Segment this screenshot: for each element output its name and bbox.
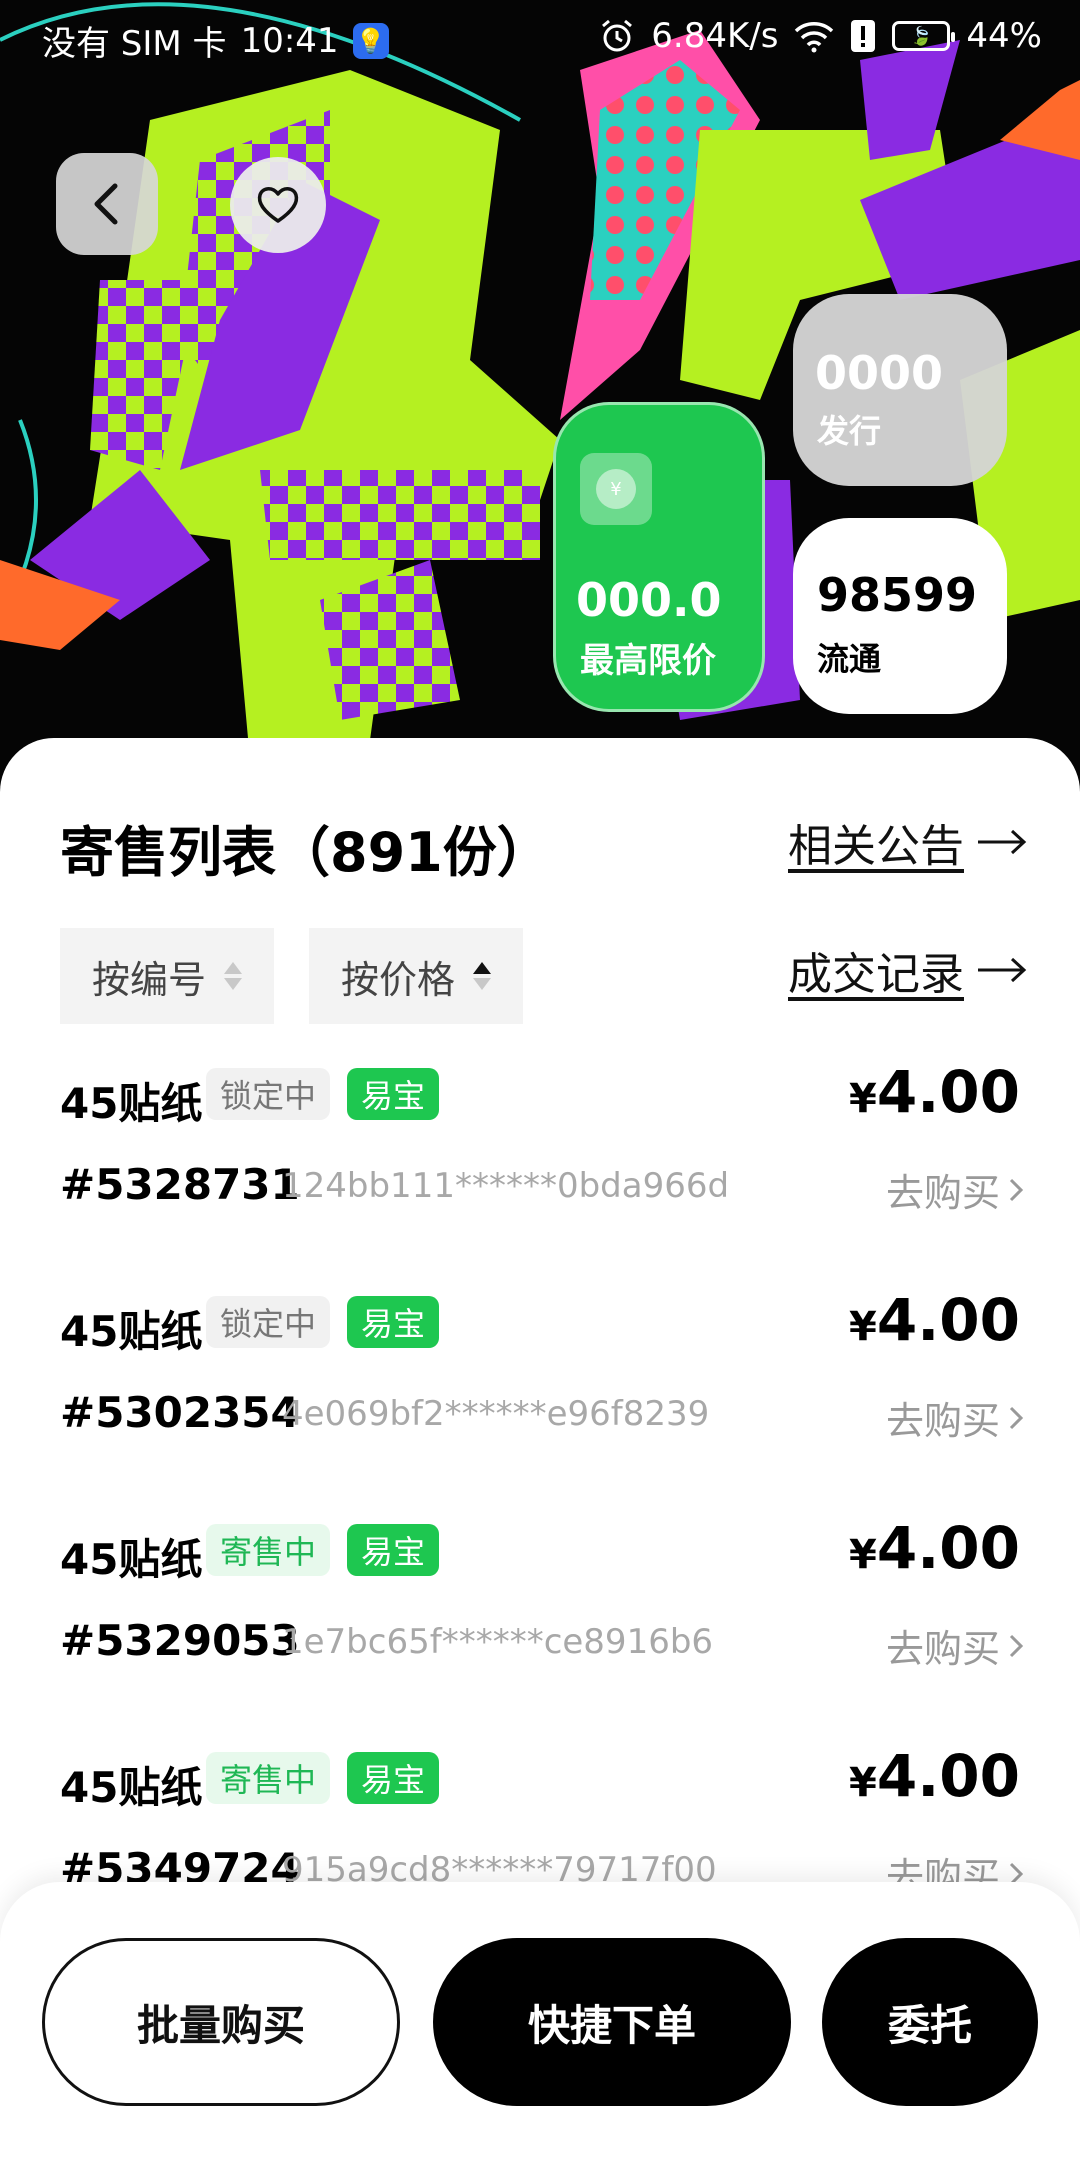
buy-label: 去购买 [885, 1399, 1000, 1443]
item-name: 45贴纸 [60, 1535, 203, 1584]
status-badge: 寄售中 [206, 1752, 331, 1804]
sort-by-number-button[interactable]: 按编号 [60, 928, 274, 1024]
back-icon [94, 183, 118, 225]
item-serial: #5328731 [60, 1160, 300, 1209]
net-speed: 6.84K/s [651, 16, 779, 56]
trade-record-link-label: 成交记录 [788, 949, 964, 1000]
status-badge: 锁定中 [206, 1296, 331, 1348]
chevron-right-icon [1009, 1178, 1024, 1201]
listing-item[interactable]: 45贴纸 锁定中 易宝 ¥4.00 #5302354 4e069bf2*****… [0, 1266, 1080, 1494]
buy-button[interactable]: 去购买 [886, 1162, 1024, 1217]
item-price: ¥4.00 [849, 1058, 1020, 1126]
circulation-card: 98599 流通 [793, 518, 1007, 714]
item-price: ¥4.00 [849, 1286, 1020, 1354]
battery-level: 44% [966, 16, 1042, 56]
listing-item[interactable]: 45贴纸 寄售中 易宝 ¥4.00 #5329053 1e7bc65f*****… [0, 1494, 1080, 1722]
platform-badge: 易宝 [347, 1752, 440, 1804]
entrust-button[interactable]: 委托 [822, 1938, 1038, 2106]
circulation-label: 流通 [817, 640, 882, 678]
platform-badge: 易宝 [347, 1068, 440, 1120]
currency-symbol: ¥ [849, 1076, 877, 1122]
buy-button[interactable]: 去购买 [886, 1618, 1024, 1673]
alarm-icon [599, 18, 635, 54]
status-bar: 没有 SIM 卡 10:41 💡 6.84K/s 🍃 44% [0, 0, 1080, 76]
sort-by-price-button[interactable]: 按价格 [309, 928, 523, 1024]
quick-order-button[interactable]: 快捷下单 [433, 1938, 791, 2106]
favorite-button[interactable] [230, 157, 326, 253]
buy-label: 去购买 [885, 1627, 1000, 1671]
item-name: 45贴纸 [60, 1763, 203, 1812]
item-hash: 1e7bc65f******ce8916b6 [282, 1622, 714, 1662]
bottom-action-bar: 批量购买 快捷下单 委托 [0, 1882, 1080, 2160]
sort-by-price-label: 按价格 [341, 957, 456, 1002]
chevron-right-icon [1009, 1406, 1024, 1429]
item-hash: 4e069bf2******e96f8239 [282, 1394, 710, 1434]
coin-icon: ¥ [580, 453, 652, 525]
item-price: ¥4.00 [849, 1514, 1020, 1582]
price-value: 4.00 [876, 1058, 1020, 1126]
circulation-value: 98599 [817, 568, 978, 622]
issued-label: 发行 [817, 412, 882, 450]
currency-symbol: ¥ [849, 1304, 877, 1350]
back-button[interactable] [56, 153, 158, 255]
notice-link[interactable]: 相关公告 [788, 810, 1028, 874]
item-name: 45贴纸 [60, 1079, 203, 1128]
price-value: 4.00 [876, 1742, 1020, 1810]
status-badge: 锁定中 [206, 1068, 331, 1120]
listing-item[interactable]: 45贴纸 锁定中 易宝 ¥4.00 #5328731 124bb111*****… [0, 1038, 1080, 1266]
item-serial: #5302354 [60, 1388, 300, 1437]
battery-icon: 🍃 [892, 21, 956, 51]
trade-record-link[interactable]: 成交记录 [788, 938, 1028, 1002]
currency-symbol: ¥ [849, 1760, 877, 1806]
platform-badge: 易宝 [347, 1296, 440, 1348]
sort-arrows-icon [224, 962, 243, 990]
sort-arrows-icon [473, 962, 492, 990]
sort-by-number-label: 按编号 [92, 957, 207, 1002]
arrow-right-icon [978, 829, 1027, 855]
listing-title: 寄售列表（891份） [60, 821, 551, 884]
clock: 10:41 [240, 20, 339, 61]
issued-card: 0000 发行 [793, 294, 1007, 486]
sim-alert-icon [850, 19, 876, 53]
hero-banner: 没有 SIM 卡 10:41 💡 6.84K/s 🍃 44% 0000 发行 ¥… [0, 0, 1080, 800]
max-price-value: 000.0 [576, 573, 722, 627]
chevron-right-icon [1009, 1634, 1024, 1657]
item-name: 45贴纸 [60, 1307, 203, 1356]
issued-value: 0000 [815, 346, 944, 400]
heart-icon [257, 187, 299, 223]
status-badge: 寄售中 [206, 1524, 331, 1576]
max-price-label: 最高限价 [580, 641, 716, 681]
price-value: 4.00 [876, 1286, 1020, 1354]
platform-badge: 易宝 [347, 1524, 440, 1576]
notice-link-label: 相关公告 [788, 821, 964, 872]
batch-buy-button[interactable]: 批量购买 [42, 1938, 400, 2106]
buy-button[interactable]: 去购买 [886, 1390, 1024, 1445]
arrow-right-icon [978, 957, 1027, 983]
item-serial: #5329053 [60, 1616, 300, 1665]
carrier-text: 没有 SIM 卡 [42, 24, 227, 64]
wifi-icon [794, 19, 834, 53]
item-price: ¥4.00 [849, 1742, 1020, 1810]
price-value: 4.00 [876, 1514, 1020, 1582]
buy-label: 去购买 [885, 1171, 1000, 1215]
item-hash: 124bb111******0bda966d [282, 1166, 730, 1206]
max-price-card: ¥ 000.0 最高限价 [553, 402, 765, 712]
notification-bulb-icon: 💡 [352, 22, 389, 59]
currency-symbol: ¥ [849, 1532, 877, 1578]
